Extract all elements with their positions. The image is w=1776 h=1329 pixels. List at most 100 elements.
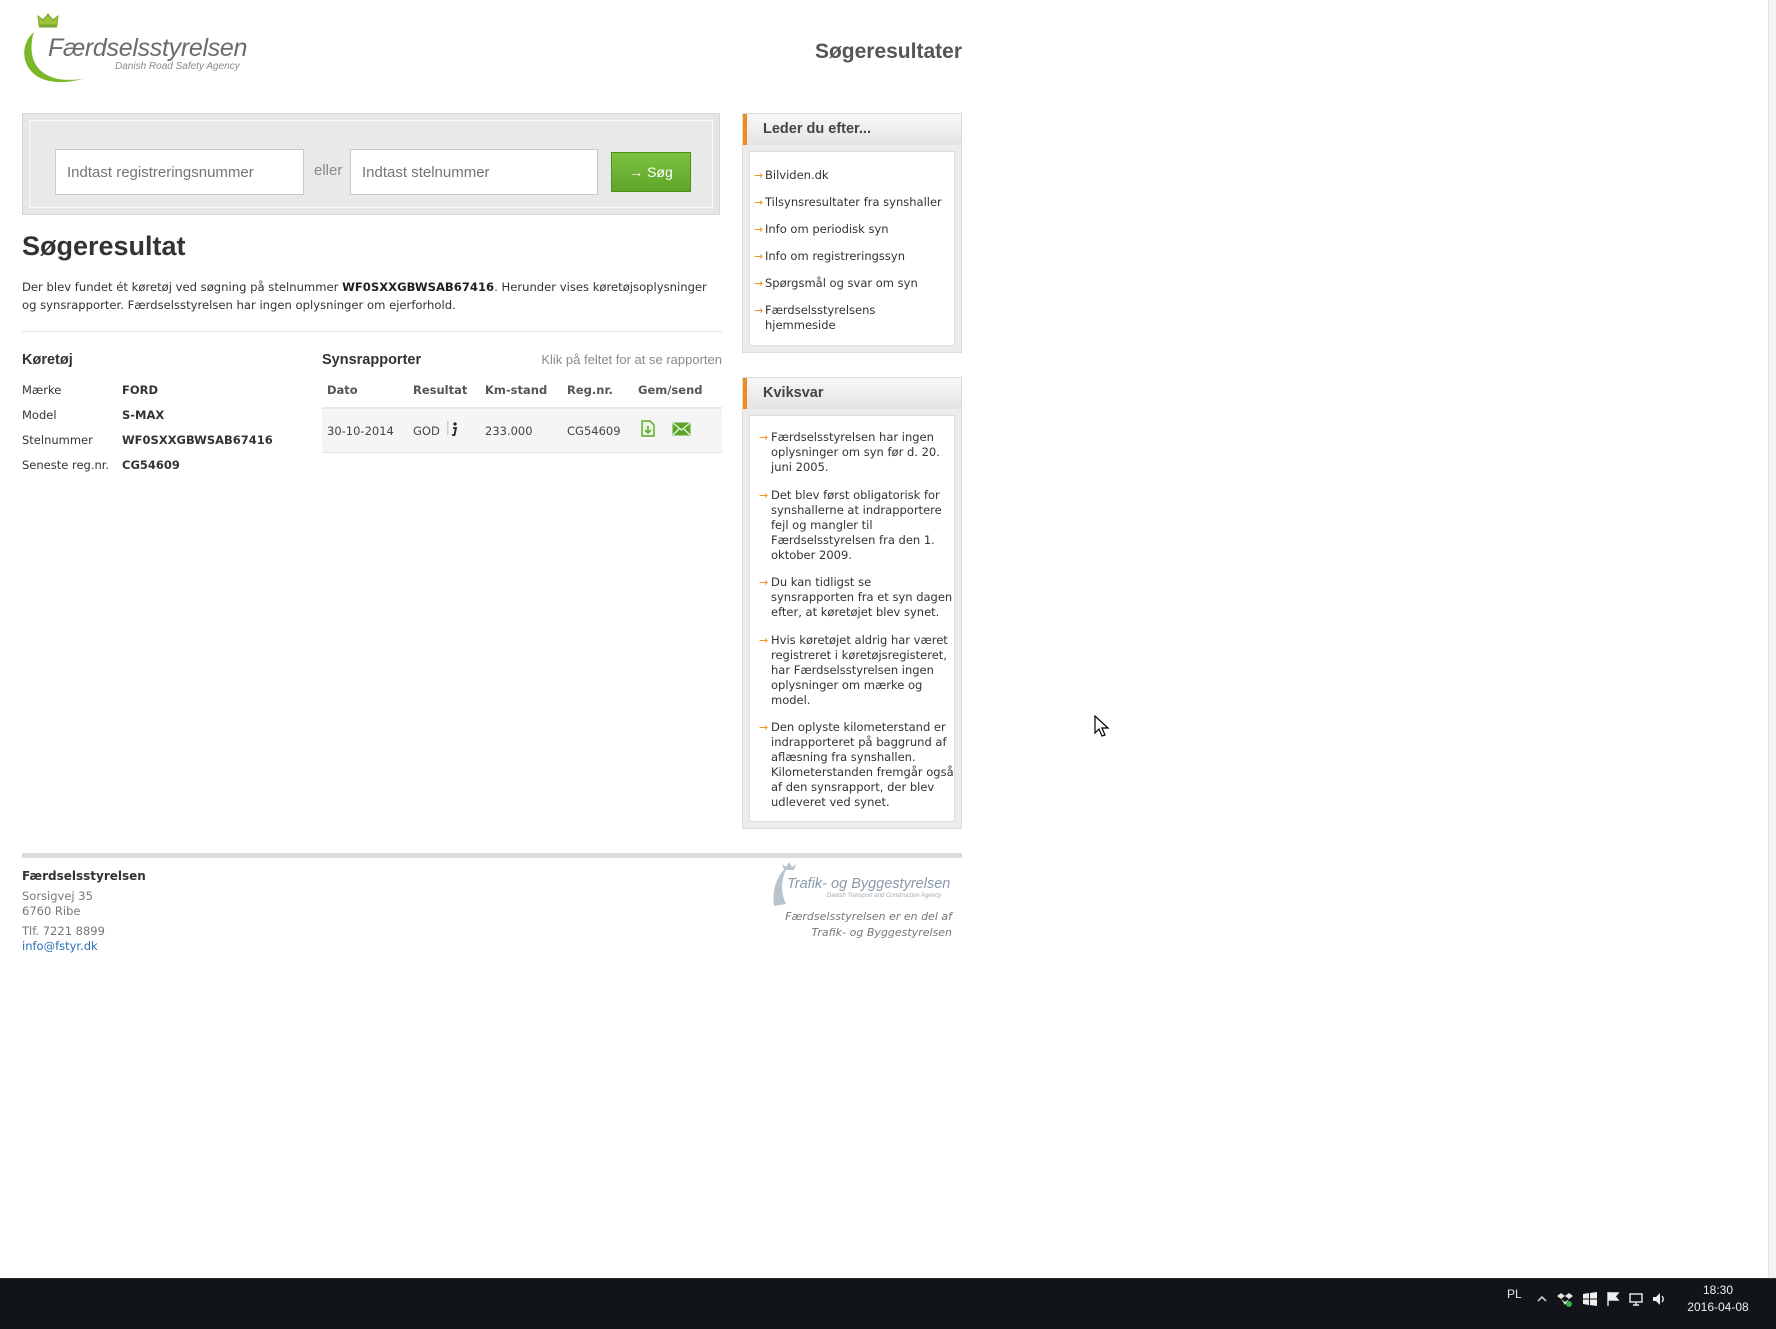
action-center-flag-icon[interactable] bbox=[1605, 1291, 1621, 1307]
result-title: Søgeresultat bbox=[22, 231, 186, 261]
partner-text-line1: Færdselsstyrelsen er en del af bbox=[785, 910, 952, 923]
arrow-right-icon: → bbox=[759, 634, 769, 647]
arrow-right-icon: → bbox=[759, 489, 769, 502]
mouse-cursor-icon bbox=[1094, 715, 1110, 737]
dropbox-icon[interactable] bbox=[1557, 1291, 1573, 1307]
footer-divider bbox=[22, 853, 962, 858]
partner-text-line2: Trafik- og Byggestyrelsen bbox=[811, 926, 952, 939]
page-title: Søgeresultater bbox=[814, 40, 962, 63]
footer-address-city: 6760 Ribe bbox=[22, 904, 81, 918]
link-label[interactable]: Bilviden.dk bbox=[765, 168, 829, 182]
vertical-scrollbar[interactable] bbox=[1768, 0, 1776, 1278]
row-date[interactable]: 30-10-2014 bbox=[327, 424, 394, 438]
search-panel: eller → Søg bbox=[22, 113, 720, 215]
quick-answer-text: Hvis køretøjet aldrig har været registre… bbox=[771, 633, 948, 707]
quick-answer-item: → Færdselsstyrelsen har ingen oplysninger… bbox=[759, 430, 956, 475]
arrow-right-icon: → bbox=[754, 169, 764, 182]
link-label[interactable]: Info om periodisk syn bbox=[765, 222, 889, 236]
row-reg[interactable]: CG54609 bbox=[567, 424, 621, 438]
arrow-right-icon: → bbox=[759, 431, 769, 444]
arrow-right-icon: → bbox=[759, 576, 769, 589]
link-label[interactable]: Info om registreringssyn bbox=[765, 249, 905, 263]
arrow-right-icon: → bbox=[754, 223, 764, 236]
info-icon[interactable] bbox=[446, 420, 460, 438]
reports-title: Synsrapporter bbox=[322, 352, 422, 368]
reports-hint: Klik på feltet for at se rapporten bbox=[541, 352, 722, 367]
logo-text[interactable]: Færdselsstyrelsen bbox=[48, 34, 247, 63]
taskbar bbox=[0, 1278, 1776, 1329]
crown-icon bbox=[37, 13, 59, 28]
arrow-right-icon: → bbox=[754, 304, 764, 317]
vehicle-label-vin: Stelnummer bbox=[22, 433, 93, 447]
looking-for-title: Leder du efter... bbox=[763, 121, 871, 137]
arrow-right-icon: → bbox=[754, 196, 764, 209]
link-faq[interactable]: → Spørgsmål og svar om syn bbox=[754, 276, 950, 291]
vehicle-label-make: Mærke bbox=[22, 383, 62, 397]
quick-answer-text: Den oplyste kilometerstand er indrapport… bbox=[771, 720, 954, 809]
volume-icon[interactable] bbox=[1651, 1291, 1667, 1307]
arrow-right-icon: → bbox=[759, 721, 769, 734]
result-vin: WF0SXXGBWSAB67416 bbox=[342, 280, 495, 294]
quick-answer-text: Færdselsstyrelsen har ingen oplysninger … bbox=[771, 430, 940, 474]
column-header-date: Dato bbox=[327, 383, 358, 397]
quick-answer-text: Det blev først obligatorisk for synshall… bbox=[771, 488, 942, 562]
windows-icon[interactable] bbox=[1582, 1291, 1598, 1307]
show-hidden-icons-icon[interactable] bbox=[1534, 1291, 1550, 1307]
footer-address-street: Sorsigvej 35 bbox=[22, 889, 93, 903]
column-header-km: Km-stand bbox=[485, 383, 548, 397]
vehicle-label-reg: Seneste reg.nr. bbox=[22, 458, 110, 472]
search-button[interactable]: → Søg bbox=[611, 152, 691, 192]
quick-answer-item: → Den oplyste kilometerstand er indrappor… bbox=[759, 720, 956, 810]
divider bbox=[22, 331, 722, 332]
column-header-result: Resultat bbox=[413, 383, 468, 397]
network-icon[interactable] bbox=[1628, 1291, 1644, 1307]
quick-answer-item: → Det blev først obligatorisk for synshal… bbox=[759, 488, 956, 563]
result-description: Der blev fundet ét køretøj ved søgning p… bbox=[22, 278, 722, 314]
partner-logo-name[interactable]: Trafik- og Byggestyrelsen bbox=[787, 876, 950, 892]
row-km[interactable]: 233.000 bbox=[485, 424, 533, 438]
vin-input[interactable] bbox=[350, 149, 598, 195]
save-report-icon[interactable] bbox=[641, 420, 655, 437]
vehicle-title: Køretøj bbox=[22, 352, 73, 368]
arrow-right-icon: → bbox=[754, 277, 764, 290]
mail-icon[interactable] bbox=[672, 422, 691, 436]
vehicle-label-model: Model bbox=[22, 408, 57, 422]
vehicle-value-vin: WF0SXXGBWSAB67416 bbox=[122, 433, 273, 447]
link-inspection-results[interactable]: → Tilsynsresultater fra synshaller bbox=[754, 195, 950, 210]
search-panel-inner: eller → Søg bbox=[29, 120, 713, 208]
taskbar-language[interactable]: PL bbox=[1507, 1287, 1522, 1301]
footer-phone: Tlf. 7221 8899 bbox=[22, 924, 105, 938]
link-homepage[interactable]: → Færdselsstyrelsens hjemmeside bbox=[754, 303, 895, 333]
link-periodic-inspection[interactable]: → Info om periodisk syn bbox=[754, 222, 950, 237]
vehicle-value-model: S-MAX bbox=[122, 408, 165, 422]
column-header-reg: Reg.nr. bbox=[567, 383, 613, 397]
quick-answer-text: Du kan tidligst se synsrapporten fra et … bbox=[771, 575, 953, 619]
result-text-before: Der blev fundet ét køretøj ved søgning p… bbox=[22, 280, 343, 294]
footer-name: Færdselsstyrelsen bbox=[22, 869, 146, 883]
taskbar-clock-time[interactable]: 18:30 bbox=[1683, 1283, 1753, 1297]
row-result[interactable]: GOD bbox=[413, 424, 440, 438]
vehicle-value-reg: CG54609 bbox=[122, 458, 180, 472]
quick-answers-title: Kviksvar bbox=[763, 385, 824, 401]
or-label: eller bbox=[314, 162, 343, 179]
link-registration-inspection[interactable]: → Info om registreringssyn bbox=[754, 249, 950, 264]
registration-number-input[interactable] bbox=[55, 149, 304, 195]
looking-for-body: → Bilviden.dk → Tilsynsresultater fra syns… bbox=[749, 151, 955, 346]
vehicle-value-make: FORD bbox=[122, 383, 159, 397]
quick-answer-item: → Hvis køretøjet aldrig har været registr… bbox=[759, 633, 956, 708]
taskbar-clock-date[interactable]: 2016-04-08 bbox=[1683, 1300, 1753, 1314]
looking-for-box: Leder du efter... → Bilviden.dk → Tilsynsr… bbox=[742, 113, 962, 353]
partner-logo-sub: Danish Transport and Construction Agency bbox=[827, 893, 942, 899]
quick-answers-header: Kviksvar bbox=[743, 378, 961, 409]
logo-subtitle: Danish Road Safety Agency bbox=[115, 61, 240, 72]
link-bilviden[interactable]: → Bilviden.dk bbox=[754, 168, 950, 183]
footer-email-link[interactable]: info@fstyr.dk bbox=[22, 939, 98, 953]
looking-for-header: Leder du efter... bbox=[743, 114, 961, 145]
link-label[interactable]: Færdselsstyrelsens hjemmeside bbox=[765, 303, 875, 332]
quick-answer-item: → Du kan tidligst se synsrapporten fra et… bbox=[759, 575, 956, 620]
arrow-right-icon: → bbox=[754, 250, 764, 263]
quick-answers-box: Kviksvar → Færdselsstyrelsen har ingen op… bbox=[742, 377, 962, 829]
column-header-save-send: Gem/send bbox=[638, 383, 703, 397]
link-label[interactable]: Tilsynsresultater fra synshaller bbox=[765, 195, 942, 209]
link-label[interactable]: Spørgsmål og svar om syn bbox=[765, 276, 918, 290]
